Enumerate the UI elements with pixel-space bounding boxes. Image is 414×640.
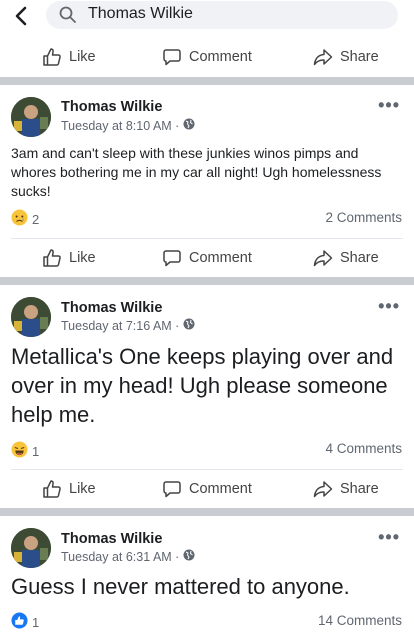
comments-count[interactable]: 4 Comments [325, 441, 402, 456]
comment-label: Comment [189, 481, 252, 497]
share-label: Share [340, 49, 379, 65]
reactions-summary[interactable]: 1 [11, 612, 39, 632]
search-query-text: Thomas Wilkie [88, 5, 193, 22]
comment-bubble-icon [162, 248, 182, 268]
post-timestamp[interactable]: Tuesday at 8:10 AM · [61, 118, 195, 133]
avatar[interactable] [11, 297, 51, 337]
post-timestamp[interactable]: Tuesday at 7:16 AM · [61, 318, 195, 333]
more-options-icon[interactable]: ••• [378, 296, 400, 317]
like-button[interactable]: Like [42, 37, 96, 77]
share-arrow-icon [313, 479, 333, 499]
comment-label: Comment [189, 49, 252, 65]
post-actions: Like Comment Share [0, 37, 414, 77]
post-text: 3am and can't sleep with these junkies w… [11, 145, 382, 199]
post: Thomas Wilkie Tuesday at 7:16 AM · ••• M… [0, 285, 414, 507]
comment-bubble-icon [162, 479, 182, 499]
haha-reaction-icon [11, 441, 28, 461]
author-name[interactable]: Thomas Wilkie [61, 531, 162, 547]
author-name[interactable]: Thomas Wilkie [61, 300, 162, 316]
share-button[interactable]: Share [313, 37, 379, 77]
share-button[interactable]: Share [313, 469, 379, 509]
sad-reaction-icon [11, 209, 28, 229]
share-button[interactable]: Share [313, 238, 379, 278]
comment-label: Comment [189, 250, 252, 266]
share-label: Share [340, 481, 379, 497]
reactions-summary[interactable]: 1 [11, 441, 39, 461]
post-separator [0, 277, 414, 285]
globe-icon [183, 549, 195, 564]
comment-button[interactable]: Comment [162, 238, 252, 278]
back-arrow-icon[interactable] [10, 4, 34, 28]
globe-icon [183, 118, 195, 133]
post-timestamp[interactable]: Tuesday at 6:31 AM · [61, 549, 195, 564]
post-separator [0, 508, 414, 516]
top-bar: Thomas Wilkie [0, 0, 414, 34]
globe-icon [183, 318, 195, 333]
reactions-summary[interactable]: 2 [11, 209, 39, 229]
like-label: Like [69, 49, 96, 65]
reaction-count: 1 [32, 443, 40, 459]
search-input[interactable]: Thomas Wilkie [46, 1, 398, 29]
thumbs-up-icon [42, 248, 62, 268]
avatar[interactable] [11, 528, 51, 568]
like-button[interactable]: Like [42, 469, 96, 509]
author-name[interactable]: Thomas Wilkie [61, 99, 162, 115]
post-text: Guess I never mattered to anyone. [11, 574, 350, 599]
more-options-icon[interactable]: ••• [378, 527, 400, 548]
comments-count[interactable]: 2 Comments [325, 210, 402, 225]
avatar[interactable] [11, 97, 51, 137]
comment-bubble-icon [162, 47, 182, 67]
comments-count[interactable]: 14 Comments [318, 613, 402, 628]
post: Thomas Wilkie Tuesday at 8:10 AM · ••• 3… [0, 85, 414, 274]
search-icon [58, 5, 78, 25]
like-reaction-icon [11, 612, 28, 632]
post-text: Metallica's One keeps playing over and o… [11, 344, 394, 427]
like-label: Like [69, 481, 96, 497]
reaction-count: 1 [32, 614, 40, 630]
reaction-count: 2 [32, 211, 40, 227]
thumbs-up-icon [42, 47, 62, 67]
post: Thomas Wilkie Tuesday at 6:31 AM · ••• G… [0, 516, 414, 640]
more-options-icon[interactable]: ••• [378, 95, 400, 116]
share-arrow-icon [313, 47, 333, 67]
share-label: Share [340, 250, 379, 266]
post-separator [0, 77, 414, 85]
comment-button[interactable]: Comment [162, 37, 252, 77]
thumbs-up-icon [42, 479, 62, 499]
post-actions: Like Comment Share [0, 469, 414, 509]
like-label: Like [69, 250, 96, 266]
comment-button[interactable]: Comment [162, 469, 252, 509]
like-button[interactable]: Like [42, 238, 96, 278]
post-actions: Like Comment Share [0, 238, 414, 278]
share-arrow-icon [313, 248, 333, 268]
